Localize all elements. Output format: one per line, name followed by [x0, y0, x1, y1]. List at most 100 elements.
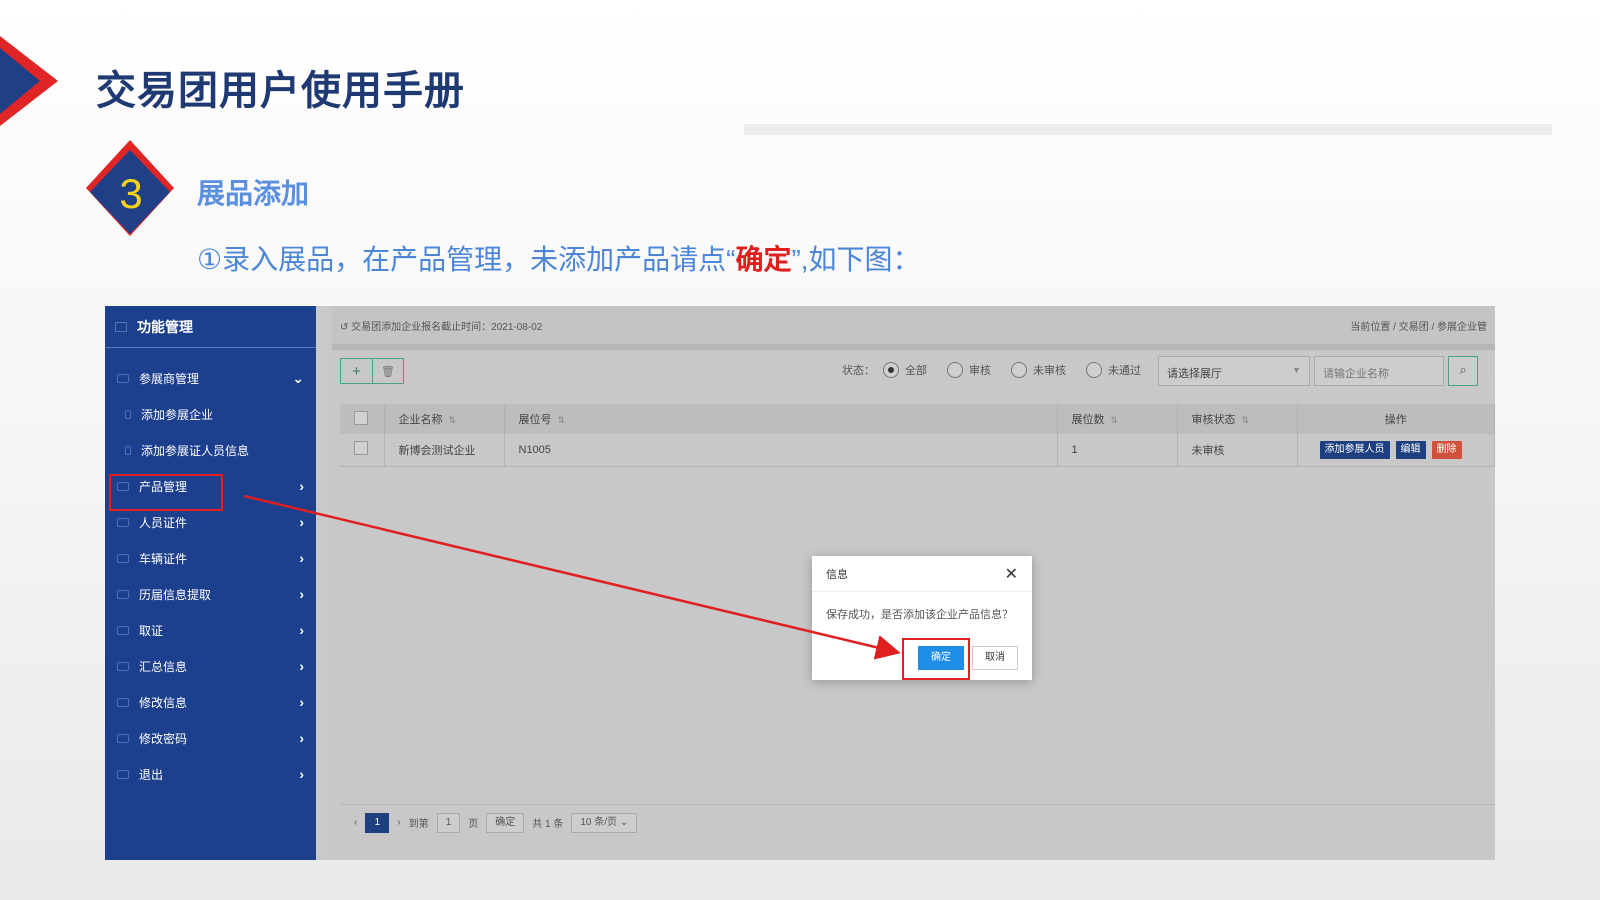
caret-down-icon: ⌄	[619, 816, 629, 828]
sidebar-item-label: 车辆证件	[139, 551, 188, 566]
next-page-icon[interactable]: ›	[397, 817, 400, 828]
column-header-company[interactable]: 企业名称 ⇅	[384, 404, 505, 434]
column-label: 审核状态	[1191, 414, 1236, 426]
cell-status: 未审核	[1177, 434, 1298, 467]
cancel-button[interactable]: 取消	[972, 646, 1018, 670]
sidebar-item-collect-credentials[interactable]: 取证 ›	[105, 612, 316, 648]
list-icon	[125, 445, 131, 455]
delete-row-button[interactable]: 删除	[1431, 440, 1462, 459]
topbar: ↺ 交易团添加企业报名截止时间：2021-08-02 当前位置 / 交易团 / …	[332, 306, 1495, 350]
caret-down-icon: ▼	[1292, 365, 1301, 375]
sidebar-item-vehicle-credentials[interactable]: 车辆证件 ›	[105, 540, 316, 576]
deadline-notice: ↺ 交易团添加企业报名截止时间：2021-08-02	[340, 321, 543, 333]
id-card-icon	[117, 517, 129, 527]
instruction-highlight: 确定	[735, 244, 792, 275]
radio-dot	[883, 362, 899, 378]
company-search-input[interactable]: 请输企业名称	[1314, 356, 1444, 386]
prev-page-icon[interactable]: ‹	[354, 817, 357, 828]
search-button[interactable]: ⌕	[1448, 356, 1478, 386]
step-number: 3	[119, 170, 143, 217]
radio-reviewed[interactable]: 审核	[947, 362, 991, 378]
instruction-suffix: ”,如下图：	[791, 244, 921, 275]
radio-label: 未通过	[1108, 365, 1141, 377]
page-size-select[interactable]: 10 条/页 ⌄	[571, 812, 638, 833]
title-rule-divider	[744, 124, 1552, 135]
sidebar-item-exhibitor-management[interactable]: 参展商管理 ⌄	[105, 360, 316, 396]
column-label: 企业名称	[398, 414, 443, 426]
sidebar-header-label: 功能管理	[137, 318, 193, 335]
radio-dot	[1011, 362, 1027, 378]
column-header-status[interactable]: 审核状态 ⇅	[1177, 404, 1298, 434]
add-button[interactable]: +	[341, 359, 372, 383]
search-icon: ⌕	[1459, 362, 1467, 377]
breadcrumb: 当前位置 / 交易团 / 参展企业管	[1350, 321, 1487, 333]
power-icon	[117, 769, 129, 779]
status-label: 状态：	[842, 365, 875, 377]
product-management-highlight-box	[109, 474, 223, 511]
chevron-right-icon: ›	[299, 550, 304, 566]
chevron-right-icon: ›	[299, 658, 304, 674]
close-icon[interactable]: ✕	[1005, 564, 1018, 584]
row-checkbox[interactable]	[354, 441, 368, 456]
edit-button[interactable]: 编辑	[1395, 440, 1426, 459]
add-exhibitor-staff-button[interactable]: 添加参展人员	[1319, 440, 1390, 459]
sidebar-item-change-password[interactable]: 修改密码 ›	[105, 720, 316, 756]
confirm-highlight-box	[902, 638, 970, 680]
chevron-right-icon: ›	[299, 766, 304, 782]
chart-icon	[117, 661, 129, 671]
total-count: 共 1 条	[532, 819, 564, 830]
chevron-right-icon: ›	[299, 622, 304, 638]
sidebar-item-logout[interactable]: 退出 ›	[105, 756, 316, 792]
sidebar-item-history-extract[interactable]: 历届信息提取 ›	[105, 576, 316, 612]
sidebar-item-label: 退出	[139, 767, 164, 782]
chevron-right-icon: ›	[299, 514, 304, 530]
sort-icon: ⇅	[1110, 415, 1119, 425]
sidebar-item-edit-info[interactable]: 修改信息 ›	[105, 684, 316, 720]
toolbar-button-group: + 🗑	[340, 358, 404, 384]
radio-all[interactable]: 全部	[883, 362, 927, 378]
sidebar-item-add-exhibitor-staff[interactable]: 添加参展证人员信息	[105, 432, 316, 468]
radio-rejected[interactable]: 未通过	[1086, 362, 1141, 378]
page-number-input[interactable]: 1	[436, 812, 461, 833]
chevron-down-icon: ⌄	[292, 370, 304, 386]
sidebar-item-label: 参展商管理	[139, 371, 200, 386]
select-all-checkbox[interactable]	[354, 410, 368, 425]
car-icon	[117, 553, 129, 563]
goto-confirm-button[interactable]: 确定	[486, 812, 525, 833]
column-label: 展位号	[518, 414, 552, 426]
radio-label: 未审核	[1033, 365, 1066, 377]
radio-unreviewed[interactable]: 未审核	[1011, 362, 1066, 378]
sidebar-item-label: 历届信息提取	[139, 587, 212, 602]
column-header-booth[interactable]: 展位号 ⇅	[504, 404, 1058, 434]
sort-icon: ⇅	[448, 415, 457, 425]
sort-icon: ⇅	[1241, 415, 1250, 425]
hall-select[interactable]: 请选择展厅 ▼	[1158, 356, 1310, 386]
list-icon	[125, 409, 131, 419]
column-header-booth-count[interactable]: 展位数 ⇅	[1057, 404, 1178, 434]
dialog-title: 信息	[826, 568, 848, 581]
sidebar-item-summary[interactable]: 汇总信息 ›	[105, 648, 316, 684]
list-icon	[117, 373, 129, 383]
section-title: 展品添加	[197, 178, 310, 209]
instruction-text: ①录入展品，在产品管理，未添加产品请点“确定”,如下图：	[197, 238, 921, 278]
menu-icon	[115, 321, 127, 332]
corner-chevron-decoration	[0, 36, 58, 126]
page-current[interactable]: 1	[365, 812, 390, 833]
app-screenshot: 功能管理 参展商管理 ⌄ 添加参展企业 添加参展证人员信息 产品管理 › 人员证件 ›…	[105, 306, 1495, 860]
delete-button[interactable]: 🗑	[372, 359, 403, 383]
sidebar-header: 功能管理	[105, 306, 316, 348]
instruction-prefix: ①录入展品，在产品管理，未添加产品请点“	[197, 244, 736, 275]
select-all-cell	[340, 404, 385, 434]
sort-icon: ⇅	[557, 415, 566, 425]
sidebar-item-label: 人员证件	[139, 515, 188, 530]
cell-company: 新博会测试企业	[384, 434, 505, 467]
column-header-actions: 操作	[1297, 404, 1495, 434]
exhibitor-table: 企业名称 ⇅ 展位号 ⇅ 展位数 ⇅ 审核状态 ⇅ 操作 新博会测试企业 N1005 1…	[340, 404, 1495, 467]
deadline-text: 交易团添加企业报名截止时间：2021-08-02	[351, 321, 543, 333]
radio-label: 全部	[905, 365, 927, 377]
radio-dot	[947, 362, 963, 378]
chevron-right-icon: ›	[299, 478, 304, 494]
sidebar-item-add-exhibitor[interactable]: 添加参展企业	[105, 396, 316, 432]
toolbar: + 🗑 状态： 全部 审核 未审核 未通过 请选择展厅 ▼ 请输企业名称 ⌕	[332, 350, 1495, 392]
sidebar: 功能管理 参展商管理 ⌄ 添加参展企业 添加参展证人员信息 产品管理 › 人员证件 ›…	[105, 306, 316, 860]
